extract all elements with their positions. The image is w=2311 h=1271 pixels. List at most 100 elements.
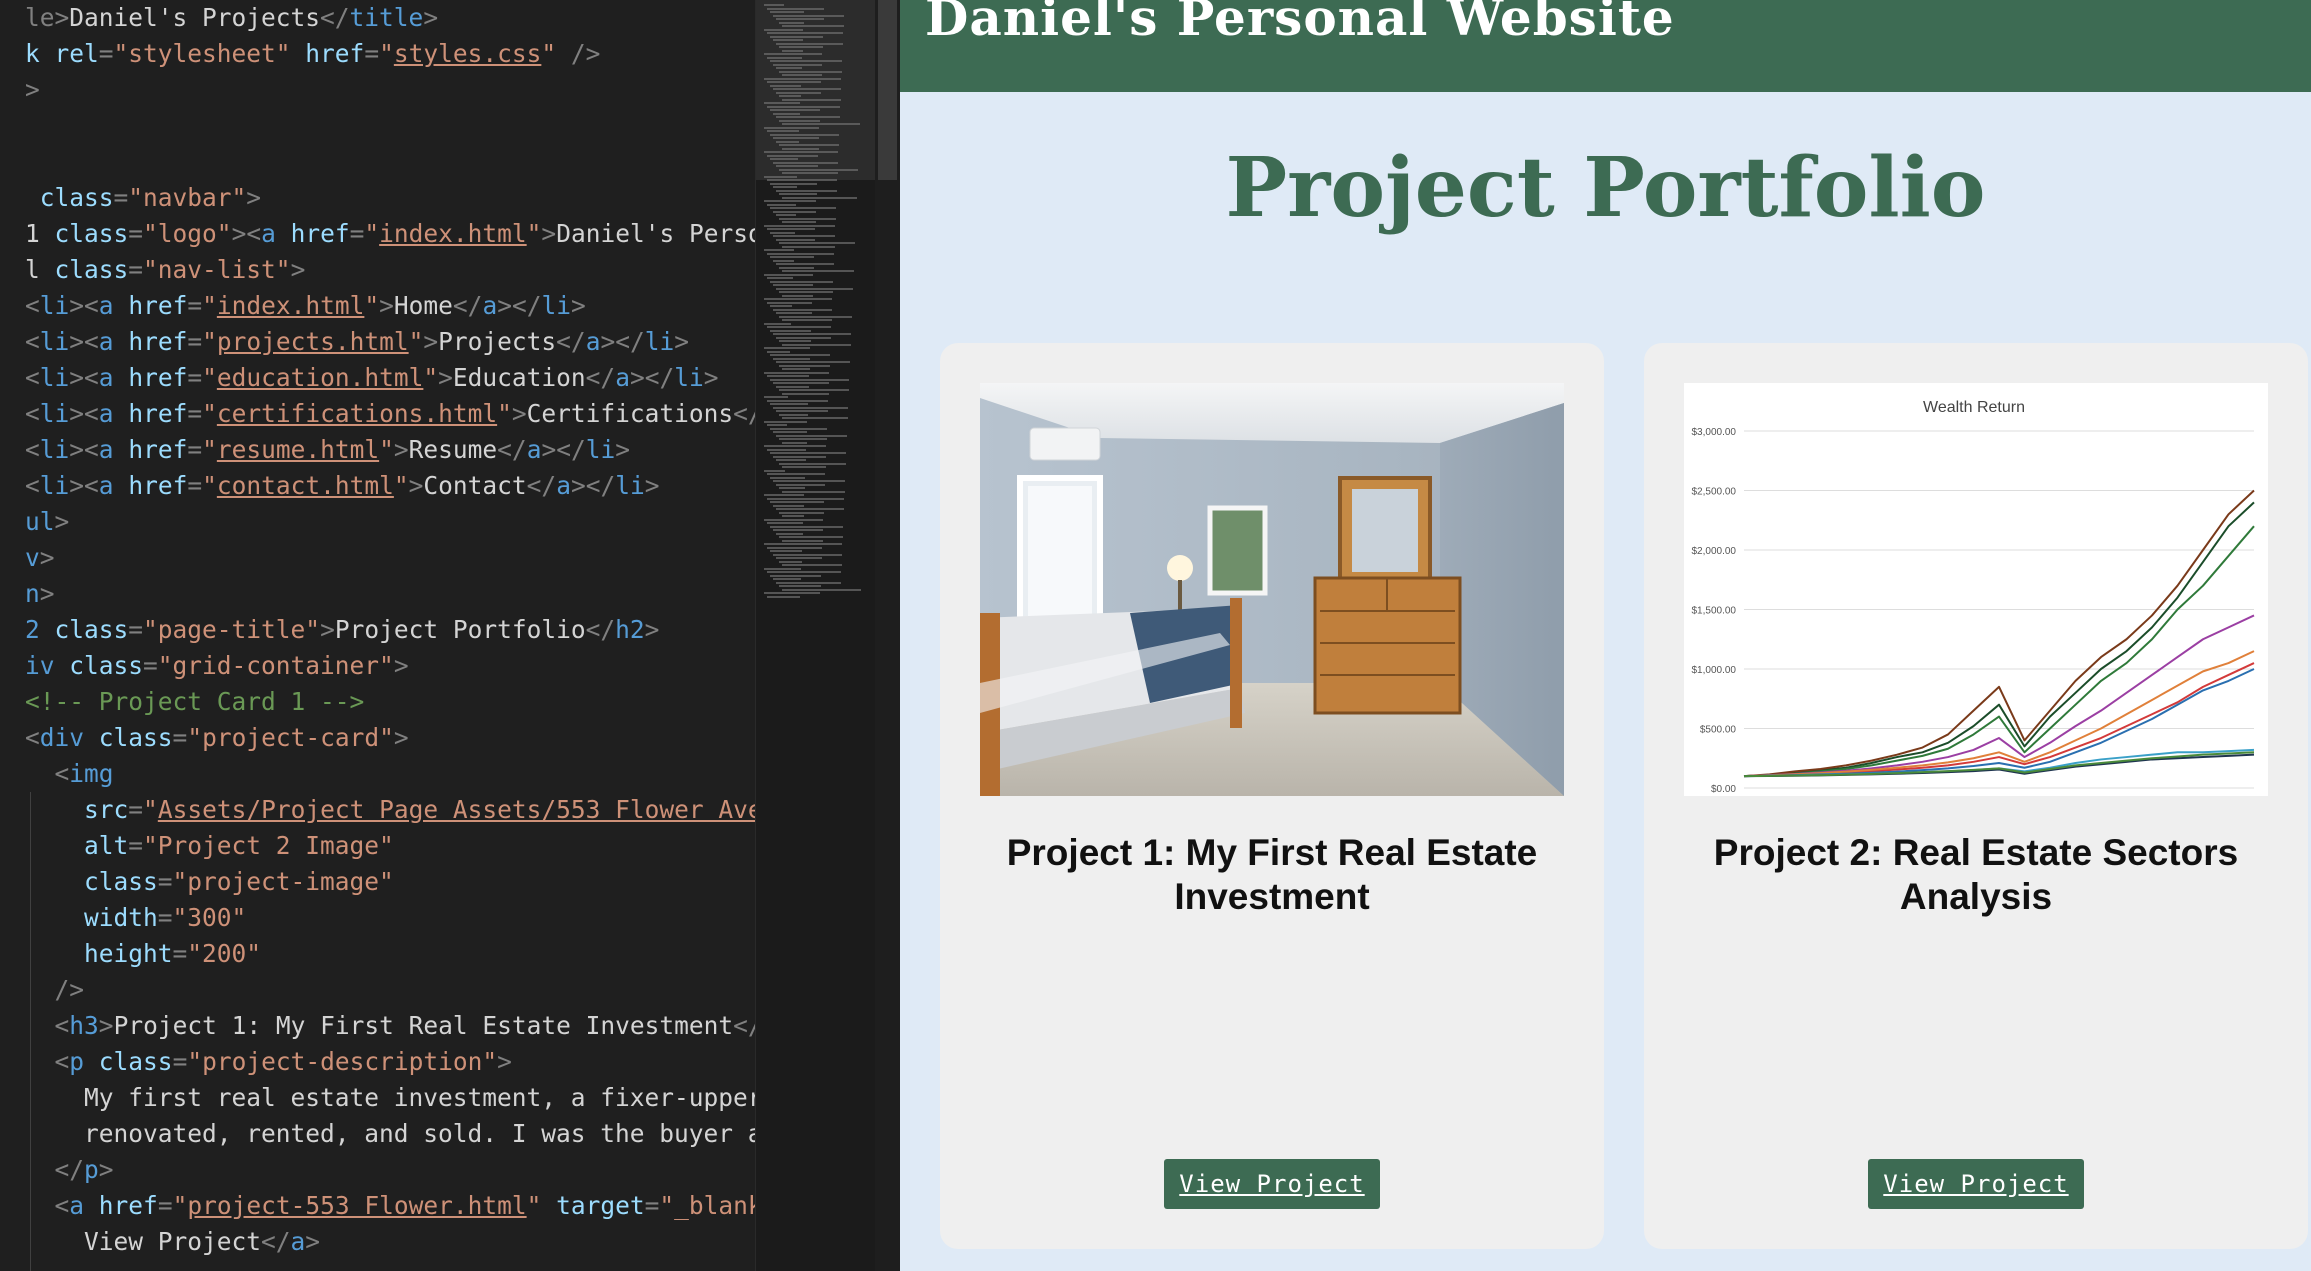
code-token: <	[54, 1047, 70, 1076]
code-line[interactable]: View Project</a>	[25, 1224, 755, 1260]
code-token: "	[423, 363, 439, 392]
scrollbar-thumb[interactable]	[878, 0, 897, 180]
minimap[interactable]	[755, 0, 876, 1271]
code-line[interactable]: <!-- Project Card 1 -->	[25, 684, 755, 720]
code-token: ></	[570, 471, 616, 500]
code-line[interactable]: <li><a href="resume.html">Resume</a></li…	[25, 432, 755, 468]
minimap-line	[782, 515, 804, 517]
code-line[interactable]: l class="nav-list">	[25, 252, 755, 288]
code-token: <	[54, 1011, 70, 1040]
code-token: "Project 2 Image"	[143, 831, 394, 860]
code-token: a	[615, 363, 630, 392]
code-line[interactable]: My first real estate investment, a fixer…	[25, 1080, 755, 1116]
code-line[interactable]: >	[25, 72, 755, 108]
code-line[interactable]: <li><a href="education.html">Education</…	[25, 360, 755, 396]
code-token: class	[84, 867, 158, 896]
minimap-line	[773, 235, 835, 237]
minimap-line	[782, 270, 854, 272]
view-project-button[interactable]: View Project	[1868, 1159, 2084, 1209]
code-token: ><	[69, 291, 99, 320]
code-line[interactable]: <li><a href="index.html">Home</a></li>	[25, 288, 755, 324]
code-token: iv	[25, 651, 70, 680]
code-line[interactable]: <p class="project-description">	[25, 1044, 755, 1080]
minimap-line	[776, 91, 821, 94]
code-token: href	[113, 291, 188, 320]
code-token: >	[320, 615, 335, 644]
code-line[interactable]: height="200"	[25, 936, 755, 972]
code-token: a	[98, 399, 114, 428]
minimap-line	[773, 39, 803, 41]
code-line[interactable]: 2 class="page-title">Project Portfolio</…	[25, 612, 755, 648]
editor-scrollbar[interactable]	[875, 0, 900, 1271]
minimap-line	[776, 336, 831, 339]
code-token: "	[408, 327, 424, 356]
code-line[interactable]: <a href="project-553 Flower.html" target…	[25, 1188, 755, 1224]
code-line[interactable]	[25, 144, 755, 180]
site-logo-link[interactable]: Daniel's Personal Website	[925, 0, 1675, 47]
code-line[interactable]: class="project-image"	[25, 864, 755, 900]
code-line[interactable]: <li><a href="certifications.html">Certif…	[25, 396, 755, 432]
code-lines[interactable]: le>Daniel's Projects</title> k rel="style…	[25, 0, 755, 1260]
project-image-bedroom	[980, 383, 1564, 796]
code-token: >	[54, 507, 70, 536]
code-token: >	[290, 255, 306, 284]
code-token: ><	[69, 363, 99, 392]
code-token: </	[585, 363, 616, 392]
minimap-line	[770, 84, 801, 87]
code-token: <	[25, 435, 40, 464]
wealth-return-chart: Wealth Return $0.00 $500.00 $1,000.00 $1,50…	[1692, 399, 2255, 795]
code-line[interactable]: src="Assets/Project Page Assets/553 Flow…	[25, 792, 755, 828]
code-token: =	[157, 1191, 173, 1220]
code-line[interactable]: <div class="project-card">	[25, 720, 755, 756]
code-line[interactable]: n>	[25, 576, 755, 612]
code-line[interactable]: alt="Project 2 Image"	[25, 828, 755, 864]
code-line[interactable]: <li><a href="projects.html">Projects</a>…	[25, 324, 755, 360]
minimap-line	[782, 294, 813, 297]
code-line[interactable]: ul>	[25, 504, 755, 540]
code-token: styles.css	[393, 39, 542, 68]
minimap-line	[770, 109, 820, 111]
code-line[interactable]: <img	[25, 756, 755, 792]
code-line[interactable]: <li><a href="contact.html">Contact</a></…	[25, 468, 755, 504]
code-token: >	[423, 3, 439, 32]
code-line[interactable]	[25, 108, 755, 144]
code-token: </	[261, 1227, 291, 1256]
code-editor[interactable]: le>Daniel's Projects</title> k rel="style…	[0, 0, 755, 1271]
minimap-line	[764, 298, 832, 300]
code-token: >	[570, 291, 586, 320]
code-line[interactable]: width="300"	[25, 900, 755, 936]
code-line[interactable]: />	[25, 972, 755, 1008]
code-line[interactable]: 1 class="logo"><a href="index.html">Dani…	[25, 216, 755, 252]
code-token: div	[39, 723, 85, 752]
minimap-line	[773, 112, 800, 115]
code-line[interactable]: le>Daniel's Projects</title>	[25, 0, 755, 36]
minimap-line	[764, 175, 797, 178]
minimap-line	[767, 497, 844, 500]
minimap-line	[779, 119, 820, 122]
code-token: <!-- Project Card 1 -->	[25, 687, 365, 716]
code-token: class	[69, 651, 144, 680]
code-token: >	[393, 651, 409, 680]
minimap-line	[767, 32, 843, 34]
code-token: "project-description"	[187, 1047, 498, 1076]
code-token: =	[187, 399, 203, 428]
view-project-button[interactable]: View Project	[1164, 1159, 1380, 1209]
code-line[interactable]: </p>	[25, 1152, 755, 1188]
code-token: a	[526, 435, 542, 464]
code-token: =	[98, 39, 114, 68]
code-line[interactable]: iv class="grid-container">	[25, 648, 755, 684]
code-token: ></	[541, 435, 586, 464]
code-line[interactable]: k rel="stylesheet" href="styles.css" />	[25, 36, 755, 72]
minimap-line	[767, 473, 825, 475]
code-line[interactable]: class="navbar">	[25, 180, 755, 216]
minimap-slider[interactable]	[756, 0, 876, 180]
code-token: a	[585, 327, 601, 356]
code-token: =	[172, 723, 188, 752]
code-line[interactable]: <h3>Project 1: My First Real Estate Inve…	[25, 1008, 755, 1044]
code-token: href	[290, 39, 365, 68]
minimap-line	[764, 494, 804, 496]
site-navbar: Daniel's Personal Website	[900, 0, 2311, 92]
code-line[interactable]: v>	[25, 540, 755, 576]
chart-series-line	[1743, 501, 2255, 778]
code-line[interactable]: renovated, rented, and sold. I was the b…	[25, 1116, 755, 1152]
